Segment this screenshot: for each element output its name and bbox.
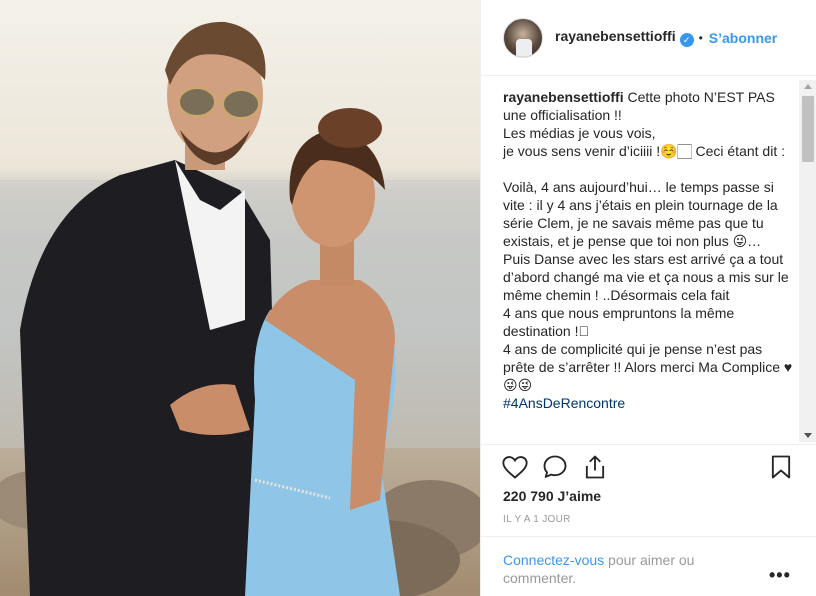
follow-button[interactable]: S’abonner — [709, 30, 777, 46]
header-username[interactable]: rayanebensettioffi ✓ — [555, 28, 694, 47]
header-username-text[interactable]: rayanebensettioffi — [555, 28, 676, 44]
caption-username[interactable]: rayanebensettioffi — [503, 89, 624, 105]
action-bar — [481, 444, 816, 488]
bookmark-icon[interactable] — [767, 453, 795, 481]
comment-login-bar: Connectez-vous pour aimer ou commenter. … — [481, 536, 816, 596]
scroll-down-arrow-icon[interactable] — [804, 433, 812, 438]
scrollbar-thumb[interactable] — [802, 96, 814, 162]
header-separator: • — [698, 30, 703, 45]
ellipsis-icon[interactable]: ••• — [769, 565, 791, 586]
caption-scrollbar[interactable] — [799, 80, 816, 442]
caption: rayanebensettioffi Cette photo N’EST PAS… — [503, 88, 795, 442]
post-side-panel: rayanebensettioffi ✓ • S’abonner rayanebe… — [480, 0, 816, 596]
share-upload-icon[interactable] — [581, 453, 609, 481]
scroll-up-arrow-icon[interactable] — [804, 84, 812, 89]
heart-outline-icon[interactable] — [501, 453, 529, 481]
post-timestamp[interactable]: IL Y A 1 JOUR — [503, 514, 571, 525]
post-header: rayanebensettioffi ✓ • S’abonner — [481, 0, 816, 76]
verified-badge-icon: ✓ — [679, 33, 694, 47]
speech-bubble-icon[interactable] — [541, 453, 569, 481]
avatar[interactable] — [503, 17, 543, 58]
comment-login-prompt: Connectez-vous pour aimer ou commenter. — [503, 551, 743, 587]
hashtag-link[interactable]: #4AnsDeRencontre — [503, 395, 625, 411]
post-photo-illustration — [0, 21, 480, 596]
login-link[interactable]: Connectez-vous — [503, 552, 604, 568]
caption-text: Cette photo N’EST PAS une officialisatio… — [503, 89, 793, 393]
likes-count[interactable]: 220 790 J’aime — [503, 488, 601, 504]
post-photo[interactable] — [0, 0, 480, 596]
